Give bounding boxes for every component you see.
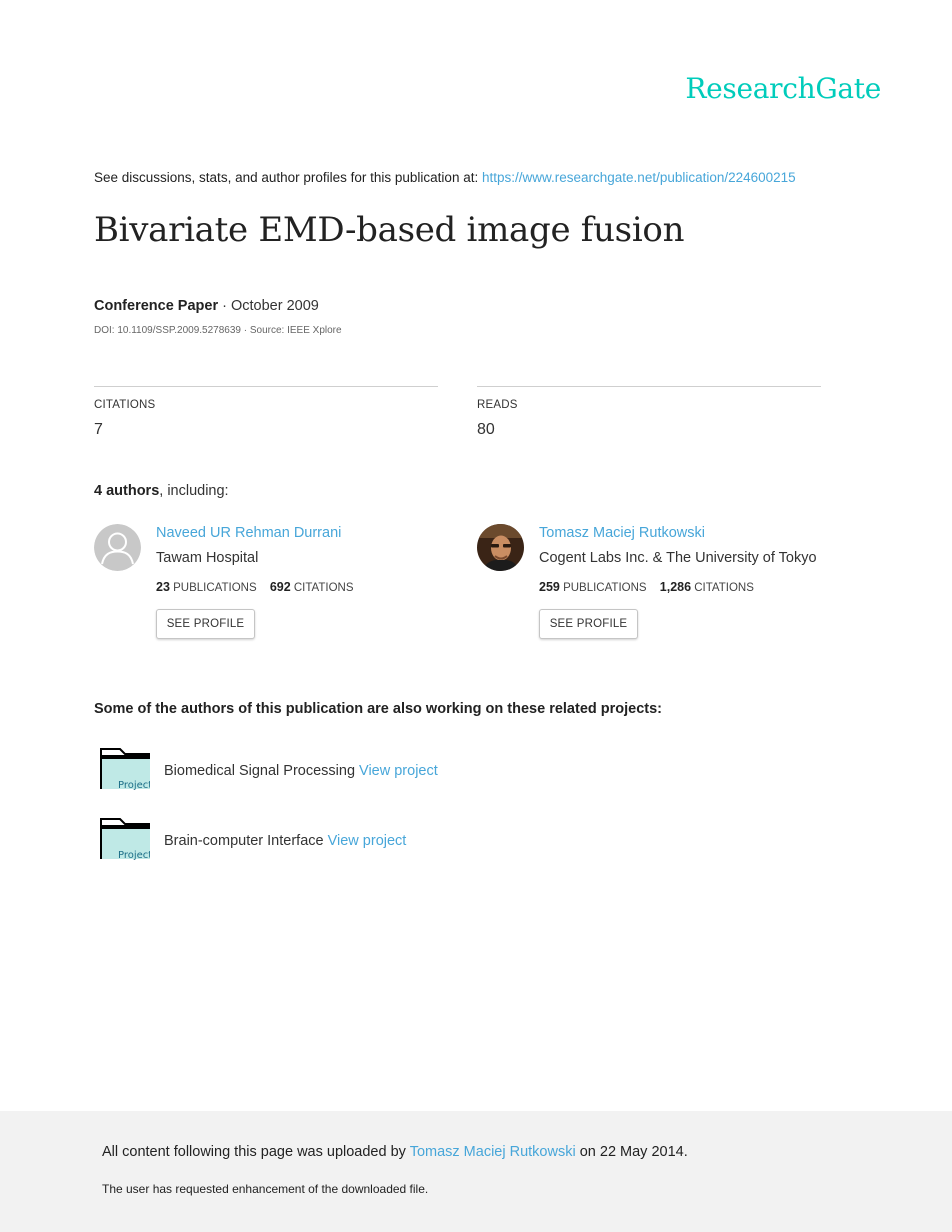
related-projects-heading: Some of the authors of this publication … [94,701,663,717]
authors-count: 4 authors [94,483,160,499]
author-card: Tomasz Maciej Rutkowski Cogent Labs Inc.… [477,524,857,644]
publications-count: 23 [156,580,170,594]
citations-label: CITATIONS [293,582,354,594]
uploader-link[interactable]: Tomasz Maciej Rutkowski [410,1144,576,1160]
default-avatar-icon[interactable] [94,524,141,571]
view-project-link[interactable]: View project [359,763,438,779]
author-card: Naveed UR Rehman Durrani Tawam Hospital … [94,524,474,644]
project-item: Project Brain-computer Interface View pr… [100,818,600,861]
publications-label: PUBLICATIONS [563,582,647,594]
paper-title: Bivariate EMD-based image fusion [94,210,685,250]
doi-source: DOI: 10.1109/SSP.2009.5278639 · Source: … [94,325,342,336]
author-stats: 259 PUBLICATIONS 1,286 CITATIONS [539,580,754,594]
reads-label: READS [477,399,518,411]
discussion-text: See discussions, stats, and author profi… [94,170,479,185]
project-folder-icon: Project [100,818,152,861]
author-stats: 23 PUBLICATIONS 692 CITATIONS [156,580,354,594]
author-institution: Cogent Labs Inc. & The University of Tok… [539,550,817,566]
see-profile-button[interactable]: SEE PROFILE [539,609,638,639]
publication-date: · October 2009 [222,298,319,314]
project-folder-icon: Project [100,748,152,791]
upload-footer: All content following this page was uplo… [0,1111,952,1232]
authors-heading: 4 authors, including: [94,483,229,499]
project-icon-label: Project [118,850,150,860]
publication-url-link[interactable]: https://www.researchgate.net/publication… [482,170,796,185]
publication-type-line: Conference Paper · October 2009 [94,298,319,314]
project-name: Brain-computer Interface [164,833,324,849]
view-project-link[interactable]: View project [328,833,407,849]
project-name: Biomedical Signal Processing [164,763,356,779]
uploaded-by-line: All content following this page was uplo… [102,1144,688,1160]
citations-value: 7 [94,421,103,438]
publications-count: 259 [539,580,560,594]
researchgate-logo[interactable]: ResearchGate [685,72,881,105]
project-text: Biomedical Signal Processing View projec… [164,763,438,779]
author-institution: Tawam Hospital [156,550,259,566]
reads-divider [477,386,821,387]
project-item: Project Biomedical Signal Processing Vie… [100,748,600,791]
citations-count: 692 [269,580,291,594]
uploaded-suffix: on 22 May 2014. [579,1144,688,1160]
see-profile-button[interactable]: SEE PROFILE [156,609,255,639]
project-text: Brain-computer Interface View project [164,833,406,849]
authors-heading-suffix: , including: [159,483,229,499]
author-photo[interactable] [477,524,524,571]
citations-divider [94,386,438,387]
publication-type: Conference Paper [94,298,219,314]
project-icon-label: Project [118,780,150,790]
author-name-link[interactable]: Tomasz Maciej Rutkowski [539,525,705,541]
citations-label: CITATIONS [694,582,754,594]
publications-label: PUBLICATIONS [173,582,257,594]
discussion-line: See discussions, stats, and author profi… [94,170,796,185]
citations-label: CITATIONS [94,399,156,411]
reads-value: 80 [477,421,495,438]
author-name-link[interactable]: Naveed UR Rehman Durrani [156,525,341,541]
enhancement-request-note: The user has requested enhancement of th… [102,1182,429,1196]
uploaded-prefix: All content following this page was uplo… [102,1144,406,1160]
citations-count: 1,286 [659,580,692,594]
